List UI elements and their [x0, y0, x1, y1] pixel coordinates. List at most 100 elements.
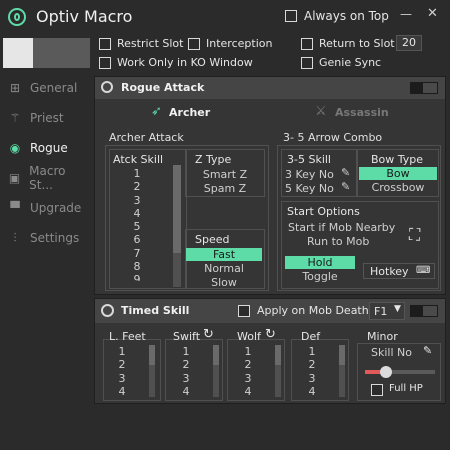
sidebar-item-settings[interactable]: ⫶ Settings — [0, 224, 90, 252]
sidebar-item-upgrade[interactable]: ▀ Upgrade — [0, 194, 90, 222]
timed-skill-panel: Timed Skill Apply on Mob Death F1 ▼ L. F… — [94, 298, 446, 404]
atck-skill-scrollbar[interactable] — [173, 165, 181, 287]
list-item[interactable]: 1 — [241, 345, 255, 358]
list-item[interactable]: 9 — [125, 273, 149, 281]
minor-slider-track[interactable] — [365, 366, 435, 378]
swift-scrollbar[interactable] — [213, 345, 219, 397]
list-item[interactable]: 3 — [115, 372, 129, 385]
close-button[interactable]: ✕ — [427, 6, 438, 21]
list-item[interactable]: 3 — [125, 194, 149, 207]
full-hp-checkbox[interactable] — [371, 384, 383, 396]
speed-option[interactable]: Slow — [186, 276, 262, 289]
list-item[interactable]: 7 — [125, 247, 149, 260]
app-logo-icon — [8, 8, 26, 26]
return-to-slot-label: Return to Slot — [319, 37, 395, 50]
genie-sync-label: Genie Sync — [319, 56, 382, 69]
tab-archer-label: Archer — [169, 106, 211, 119]
speed-header: Speed — [195, 233, 230, 246]
sidebar-item-general[interactable]: ⊞ General — [0, 74, 90, 102]
list-item[interactable]: 4 — [241, 385, 255, 398]
bow-type-option-selected[interactable]: Bow — [359, 167, 437, 180]
list-item[interactable]: 2 — [305, 358, 319, 371]
edit-icon[interactable]: ✎ — [423, 344, 432, 357]
run-to-mob: Run to Mob — [307, 235, 370, 248]
mode-option-selected[interactable]: Hold — [285, 256, 355, 269]
tab-archer[interactable]: ➶ Archer — [151, 104, 221, 122]
list-item[interactable]: 3 — [241, 372, 255, 385]
list-item[interactable]: 4 — [125, 207, 149, 220]
list-item[interactable]: 3 — [179, 372, 193, 385]
sidebar-item-macro-studio[interactable]: ▣ Macro St... — [0, 164, 90, 192]
def-header: Def — [301, 330, 321, 343]
edit-icon[interactable]: ✎ — [341, 166, 350, 179]
z-type-option[interactable]: Spam Z — [187, 182, 263, 195]
list-item[interactable]: 1 — [125, 167, 149, 180]
start-options-header: Start Options — [287, 205, 360, 218]
keyboard-icon: ⌨ — [416, 265, 431, 276]
speed-option-selected[interactable]: Fast — [186, 248, 262, 261]
apply-on-mob-death-checkbox[interactable] — [238, 305, 250, 317]
list-item[interactable]: 2 — [125, 180, 149, 193]
list-item[interactable]: 2 — [241, 358, 255, 371]
settings-icon: ⫶ — [13, 230, 17, 245]
bow-icon: ➶ — [151, 104, 162, 119]
work-only-ko-label: Work Only in KO Window — [117, 56, 253, 69]
key3-label: 3 Key No — [285, 168, 334, 181]
lfeet-items: 1 2 3 4 — [115, 345, 129, 398]
list-item[interactable]: 5 — [125, 220, 149, 233]
timed-skill-header: Timed Skill Apply on Mob Death F1 ▼ — [95, 299, 445, 323]
return-to-slot-checkbox[interactable] — [301, 38, 313, 50]
rogue-attack-toggle[interactable] — [409, 81, 439, 95]
hotkey-label: Hotkey — [370, 265, 409, 278]
genie-sync-checkbox[interactable] — [301, 57, 313, 69]
list-item[interactable]: 1 — [305, 345, 319, 358]
list-item[interactable]: 8 — [125, 260, 149, 273]
general-icon: ⊞ — [9, 81, 21, 95]
work-only-ko-checkbox[interactable] — [99, 57, 111, 69]
apply-on-mob-death-label: Apply on Mob Death — [257, 304, 369, 317]
upgrade-icon: ▀ — [10, 201, 20, 215]
refresh-icon[interactable]: ↻ — [265, 327, 276, 342]
list-item[interactable]: 4 — [115, 385, 129, 398]
speed-option[interactable]: Normal — [186, 262, 262, 275]
list-item[interactable]: 4 — [305, 385, 319, 398]
chevron-down-icon: ▼ — [394, 304, 401, 314]
key-select-dropdown[interactable]: F1 ▼ — [369, 302, 405, 320]
z-type-option[interactable]: Smart Z — [187, 168, 263, 181]
minimize-button[interactable]: — — [400, 7, 412, 21]
interception-checkbox[interactable] — [188, 38, 200, 50]
refresh-icon[interactable]: ↻ — [203, 327, 214, 342]
always-on-top-checkbox[interactable] — [285, 10, 297, 22]
mode-option[interactable]: Toggle — [285, 270, 355, 283]
sidebar-item-priest[interactable]: ⚚ Priest — [0, 104, 90, 132]
return-to-slot-input[interactable]: 20 — [396, 35, 422, 51]
list-item[interactable]: 4 — [179, 385, 193, 398]
sidebar-item-label: Rogue — [30, 141, 68, 155]
sidebar-item-label: Macro St... — [29, 164, 66, 192]
def-scrollbar[interactable] — [339, 345, 345, 397]
list-item[interactable]: 3 — [305, 372, 319, 385]
restrict-slot-checkbox[interactable] — [99, 38, 111, 50]
atck-skill-items: 1 2 3 4 5 6 7 8 9 — [125, 167, 149, 281]
sidebar-item-rogue[interactable]: ◉ Rogue — [0, 134, 90, 162]
combo-title: 3- 5 Arrow Combo — [283, 131, 383, 144]
list-item[interactable]: 6 — [125, 233, 149, 246]
edit-icon[interactable]: ✎ — [341, 180, 350, 193]
tab-assassin[interactable]: ⚔ Assassin — [315, 104, 395, 122]
minor-slider-handle[interactable] — [380, 366, 392, 378]
window-title: Optiv Macro — [36, 7, 133, 26]
bow-type-option[interactable]: Crossbow — [359, 181, 437, 194]
list-item[interactable]: 2 — [179, 358, 193, 371]
hotkey-button[interactable]: Hotkey ⌨ — [363, 263, 435, 279]
timed-skill-toggle[interactable] — [409, 304, 439, 318]
target-icon[interactable]: ⛶ — [409, 225, 420, 245]
list-item[interactable]: 1 — [179, 345, 193, 358]
clock-icon — [101, 304, 114, 317]
list-item[interactable]: 1 — [115, 345, 129, 358]
wolf-scrollbar[interactable] — [275, 345, 281, 397]
def-items: 1 2 3 4 — [305, 345, 319, 398]
lfeet-scrollbar[interactable] — [149, 345, 155, 397]
list-item[interactable]: 2 — [115, 358, 129, 371]
atck-skill-header: Atck Skill — [113, 153, 164, 166]
bow-type-header: Bow Type — [371, 153, 424, 166]
